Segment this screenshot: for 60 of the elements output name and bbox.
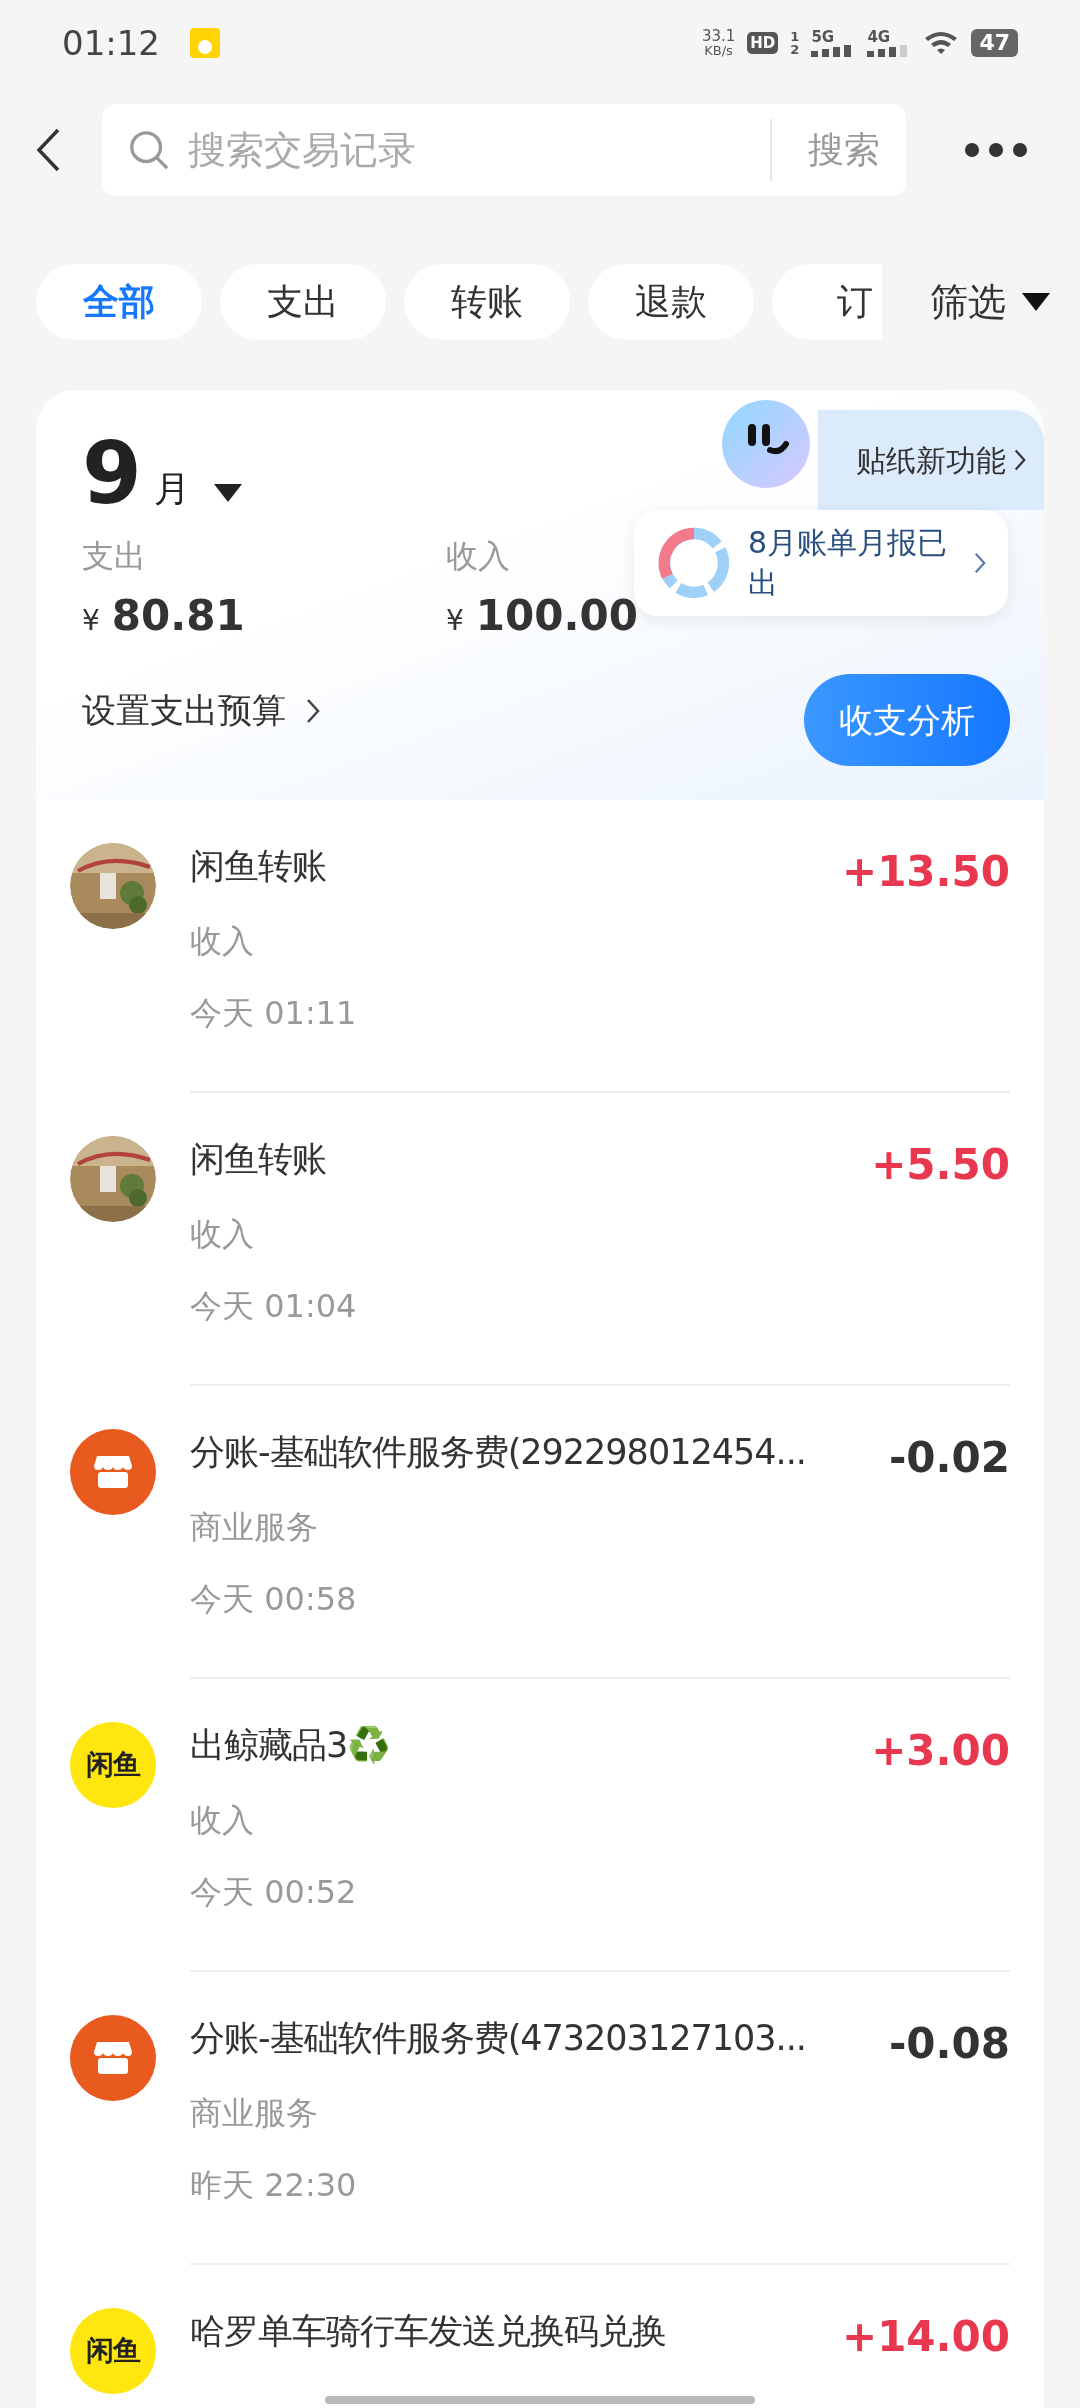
network-type: 4G — [867, 29, 892, 45]
back-icon[interactable] — [36, 128, 60, 172]
transaction-time: 今天 00:52 — [190, 1871, 358, 1913]
transaction-title: 闲鱼转账 — [190, 845, 327, 888]
filter-tab[interactable]: 全部 — [36, 264, 202, 340]
donut-chart-icon — [656, 525, 732, 601]
transaction-amount: +5.50 — [871, 1139, 1010, 1191]
chevron-right-icon — [1014, 448, 1026, 472]
sim-number: 2 — [790, 43, 800, 56]
wifi-icon — [923, 30, 960, 56]
app-logo: 闲鱼 — [70, 1722, 156, 1808]
month-unit: 月 — [153, 467, 190, 511]
chevron-right-icon — [974, 552, 986, 574]
transaction-time: 昨天 22:30 — [190, 2164, 358, 2206]
report-tip-text: 8月账单月报已出 — [748, 524, 949, 602]
status-time: 01:12 — [62, 21, 160, 65]
transaction-amount: +14.00 — [841, 2311, 1010, 2363]
expense-amount: 80.81 — [111, 590, 245, 642]
battery-indicator: 47 — [971, 29, 1018, 57]
search-icon — [128, 129, 170, 171]
sticker-link[interactable]: 贴纸新功能 — [818, 410, 1044, 510]
income-label: 收入 — [446, 536, 511, 577]
currency-symbol: ¥ — [82, 603, 100, 639]
filter-tab[interactable]: 支出 — [220, 264, 386, 340]
hd-badge: HD — [747, 32, 779, 54]
currency-symbol: ¥ — [446, 603, 464, 639]
chevron-right-icon — [306, 697, 320, 724]
analysis-button[interactable]: 收支分析 — [804, 674, 1010, 766]
transaction-category: 商业服务 — [190, 2092, 319, 2134]
app-notification-icon — [190, 28, 220, 58]
filter-tab[interactable]: 退款 — [588, 264, 754, 340]
dropdown-arrow-icon[interactable] — [213, 484, 242, 502]
network-speed: 33.1 — [701, 29, 736, 44]
app-logo: 闲鱼 — [70, 2308, 156, 2394]
transaction-amount: +13.50 — [841, 846, 1010, 898]
filter-tab[interactable]: 转账 — [404, 264, 570, 340]
more-icon[interactable] — [964, 142, 1028, 158]
network-type: 5G — [811, 29, 836, 45]
transaction-amount: -0.08 — [888, 2018, 1010, 2070]
transaction-time: 今天 01:11 — [190, 992, 358, 1034]
transaction-time: 今天 01:04 — [190, 1285, 358, 1327]
transaction-category: 收入 — [190, 1213, 255, 1255]
speed-unit: KB/s — [704, 44, 733, 57]
transaction-amount: +3.00 — [871, 1725, 1010, 1777]
month-number: 9 — [82, 430, 142, 516]
transaction-amount: -0.02 — [888, 1432, 1010, 1484]
sim-number: 1 — [790, 30, 800, 43]
transaction-title: 分账-基础软件服务费(473203127103... — [190, 2017, 807, 2060]
transaction-time: 今天 00:58 — [190, 1578, 358, 1620]
transaction-title: 闲鱼转账 — [190, 1138, 327, 1181]
transaction-title: 哈罗单车骑行车发送兑换码兑换 — [190, 2310, 667, 2353]
dropdown-arrow-icon — [1022, 293, 1050, 311]
transaction-category: 商业服务 — [190, 1506, 319, 1548]
transaction-title: 分账-基础软件服务费(292298012454... — [190, 1431, 807, 1474]
transaction-category: 收入 — [190, 920, 255, 962]
budget-link[interactable]: 设置支出预算 — [82, 685, 320, 736]
transaction-title: 出鲸藏品3♻ — [190, 1724, 392, 1767]
filter-tab[interactable]: 订 — [772, 264, 882, 340]
expense-label: 支出 — [82, 536, 147, 577]
transaction-category: 收入 — [190, 1799, 255, 1841]
